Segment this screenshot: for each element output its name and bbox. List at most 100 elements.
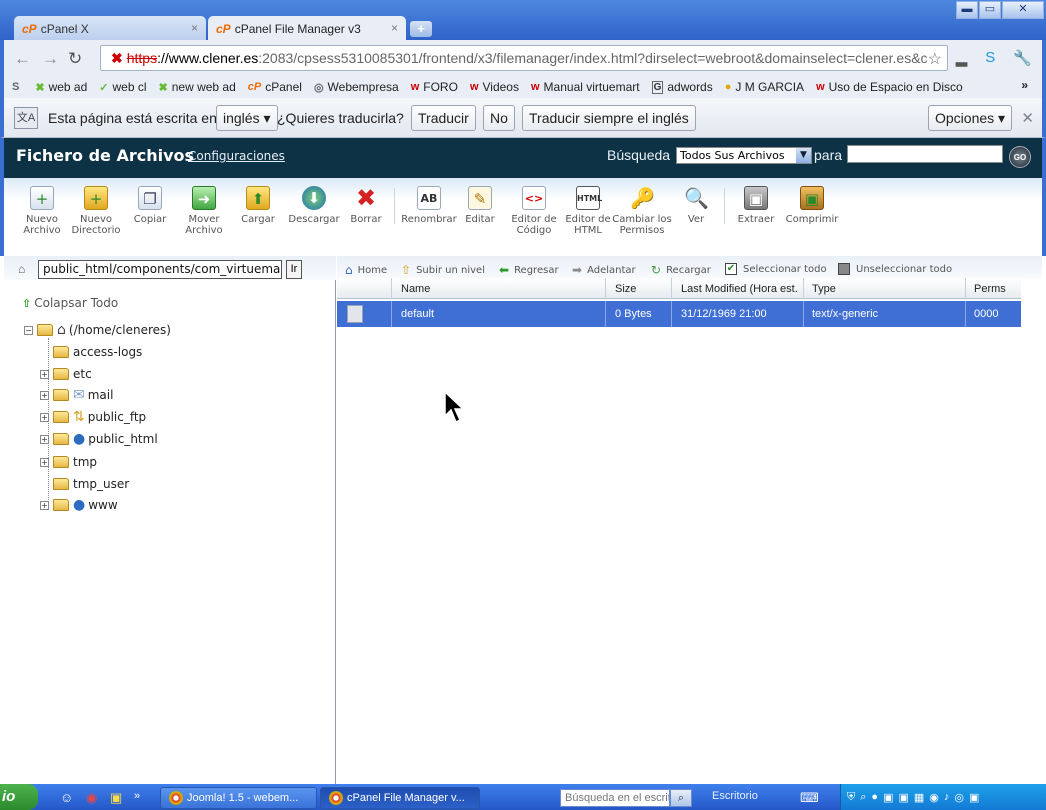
expand-node-icon[interactable]: + — [40, 369, 49, 379]
skype-icon[interactable]: S — [985, 49, 995, 67]
bookmarks-overflow-icon[interactable]: » — [1021, 78, 1028, 92]
path-input[interactable]: public_html/components/com_virtuemart — [38, 260, 282, 279]
go-button[interactable]: GO — [1009, 146, 1031, 168]
tree-node-public-html[interactable]: + ● public_html — [40, 431, 158, 447]
app-icon[interactable]: ▣ — [110, 790, 122, 806]
bookmark-item[interactable]: ◎ Webempresa — [314, 80, 399, 94]
expand-node-icon[interactable]: + — [40, 390, 49, 400]
bookmark-item[interactable]: Gadwords — [651, 80, 713, 94]
forward-link[interactable]: ➡ Adelantar — [572, 263, 636, 277]
bookmark-item[interactable]: ✖ new web ad — [159, 80, 236, 94]
tray-volume-icon[interactable]: ♪ — [944, 791, 950, 803]
tray-app-icon[interactable]: ▣ — [898, 791, 908, 804]
bookmark-item[interactable]: ✖ web ad — [35, 80, 87, 94]
tree-node-etc[interactable]: + etc — [40, 367, 92, 381]
delete-button[interactable]: ✖ Borrar — [336, 186, 396, 225]
search-scope-select[interactable]: Todos Sus Archivos ▼ — [676, 147, 812, 164]
tray-app-icon[interactable]: ▣ — [883, 791, 893, 804]
bookmark-item[interactable]: ● J M GARCIA — [725, 80, 804, 94]
expand-node-icon[interactable]: + — [40, 457, 49, 467]
tray-network-icon[interactable]: ▦ — [914, 791, 924, 804]
always-translate-button[interactable]: Traducir siempre el inglés — [522, 105, 696, 131]
column-header-size[interactable]: Size — [615, 283, 636, 295]
keyboard-icon[interactable]: ⌨ — [800, 790, 819, 806]
column-header-name[interactable]: Name — [401, 283, 430, 295]
close-tab-icon[interactable]: × — [191, 21, 198, 35]
start-button[interactable]: io — [0, 784, 38, 810]
language-select[interactable]: inglés ▾ — [216, 105, 278, 131]
bookmark-item[interactable]: w Uso de Espacio en Disco — [816, 80, 963, 94]
forward-arrow-icon[interactable]: → — [42, 49, 59, 69]
edit-button[interactable]: ✎ Editar — [450, 186, 510, 225]
settings-link[interactable]: Configuraciones — [188, 149, 285, 163]
column-header-perms[interactable]: Perms — [974, 283, 1006, 295]
desktop-toolbar-label[interactable]: Escritorio — [712, 790, 758, 802]
close-window-button[interactable]: ✕ — [1002, 1, 1044, 19]
tree-node-tmp[interactable]: + tmp — [40, 455, 97, 469]
tray-app-icon[interactable]: ▣ — [969, 791, 979, 804]
search-input[interactable] — [847, 145, 1003, 163]
unselect-all-link[interactable]: Unseleccionar todo — [838, 263, 952, 275]
tree-node-public-ftp[interactable]: + ⇅ public_ftp — [40, 409, 146, 425]
extract-button[interactable]: ▣ Extraer — [726, 186, 786, 225]
bookmark-item[interactable]: w Videos — [470, 80, 519, 94]
new-folder-button[interactable]: + Nuevo Directorio — [66, 186, 126, 236]
no-button[interactable]: No — [483, 105, 515, 131]
column-header-type[interactable]: Type — [812, 283, 836, 295]
code-editor-button[interactable]: <> Editor de Código — [504, 186, 564, 236]
options-button[interactable]: Opciones ▾ — [928, 105, 1013, 131]
minimize-button[interactable]: ▬ — [956, 1, 978, 19]
copy-button[interactable]: ❐ Copiar — [120, 186, 180, 225]
tray-app-icon[interactable]: ◎ — [954, 791, 964, 804]
tree-root-node[interactable]: − ⌂ (/home/cleneres) — [24, 322, 171, 338]
tree-node-mail[interactable]: + ✉ mail — [40, 387, 113, 403]
reload-icon[interactable]: ↻ — [68, 49, 82, 69]
close-tab-icon[interactable]: × — [391, 21, 398, 35]
tree-node-www[interactable]: + ● www — [40, 497, 118, 513]
translate-button[interactable]: Traducir — [411, 105, 476, 131]
desktop-search-input[interactable]: Búsqueda en el escrito — [560, 789, 670, 807]
bookmark-star-icon[interactable]: ☆ — [928, 49, 942, 69]
tray-search-icon[interactable]: ⌕ — [860, 791, 866, 804]
change-permissions-button[interactable]: 🔑 Cambiar los Permisos — [612, 186, 672, 236]
reload-link[interactable]: ↻ Recargar — [651, 263, 711, 277]
bookmark-item[interactable]: S — [12, 81, 23, 93]
download-button[interactable]: ⬇ Descargar — [284, 186, 344, 225]
tray-shield-icon[interactable]: ⛨ — [847, 791, 855, 804]
tree-node-tmp-user[interactable]: tmp_user — [53, 477, 129, 491]
taskbar-window-joomla[interactable]: Joomla! 1.5 - webem... — [160, 787, 317, 809]
tab-cpanel-file-manager[interactable]: cP cPanel File Manager v3 × — [208, 16, 406, 42]
tab-cpanel-x[interactable]: cP cPanel X × — [14, 16, 206, 42]
up-one-level-link[interactable]: ⇧ Subir un nivel — [401, 263, 485, 277]
maximize-button[interactable]: ▭ — [979, 1, 1001, 19]
back-link[interactable]: ⬅ Regresar — [499, 263, 559, 277]
move-file-button[interactable]: ➜ Mover Archivo — [174, 186, 234, 236]
search-icon[interactable]: ⌕ — [670, 789, 692, 807]
new-file-button[interactable]: + Nuevo Archivo — [12, 186, 72, 236]
tray-app-icon[interactable]: ◉ — [929, 791, 939, 804]
upload-button[interactable]: ⬆ Cargar — [228, 186, 288, 225]
expand-node-icon[interactable]: + — [40, 412, 49, 422]
taskbar-window-cpanel[interactable]: cPanel File Manager v... — [320, 787, 480, 809]
home-link[interactable]: ⌂ Home — [345, 263, 387, 277]
close-icon[interactable]: ✕ — [1021, 109, 1034, 127]
expand-node-icon[interactable]: + — [40, 434, 49, 444]
bookmark-item[interactable]: cP cPanel — [248, 80, 302, 94]
bookmark-item[interactable]: ✓ web cl — [99, 80, 146, 94]
wrench-icon[interactable]: 🔧 — [1013, 49, 1032, 67]
address-bar[interactable]: ✖ https ://www.clener.es :2083/cpsess531… — [100, 45, 948, 71]
user-icon[interactable]: ☺ — [60, 790, 73, 805]
tray-chat-icon[interactable]: ● — [871, 791, 878, 803]
back-arrow-icon[interactable]: ← — [14, 49, 31, 69]
view-button[interactable]: 🔍 Ver — [666, 186, 726, 225]
signal-icon[interactable]: ▂ — [956, 49, 968, 67]
collapse-node-icon[interactable]: − — [24, 325, 33, 335]
table-row[interactable]: default 0 Bytes 31/12/1969 21:00 text/x-… — [337, 301, 1021, 327]
expand-node-icon[interactable]: + — [40, 500, 49, 510]
tree-node-access-logs[interactable]: access-logs — [53, 345, 142, 359]
column-header-modified[interactable]: Last Modified (Hora est. d — [681, 283, 801, 295]
bookmark-item[interactable]: w FORO — [411, 80, 458, 94]
new-tab-button[interactable]: + — [410, 21, 432, 37]
collapse-all-link[interactable]: ⇧ Colapsar Todo — [22, 296, 118, 310]
html-editor-button[interactable]: HTML Editor de HTML — [558, 186, 618, 236]
